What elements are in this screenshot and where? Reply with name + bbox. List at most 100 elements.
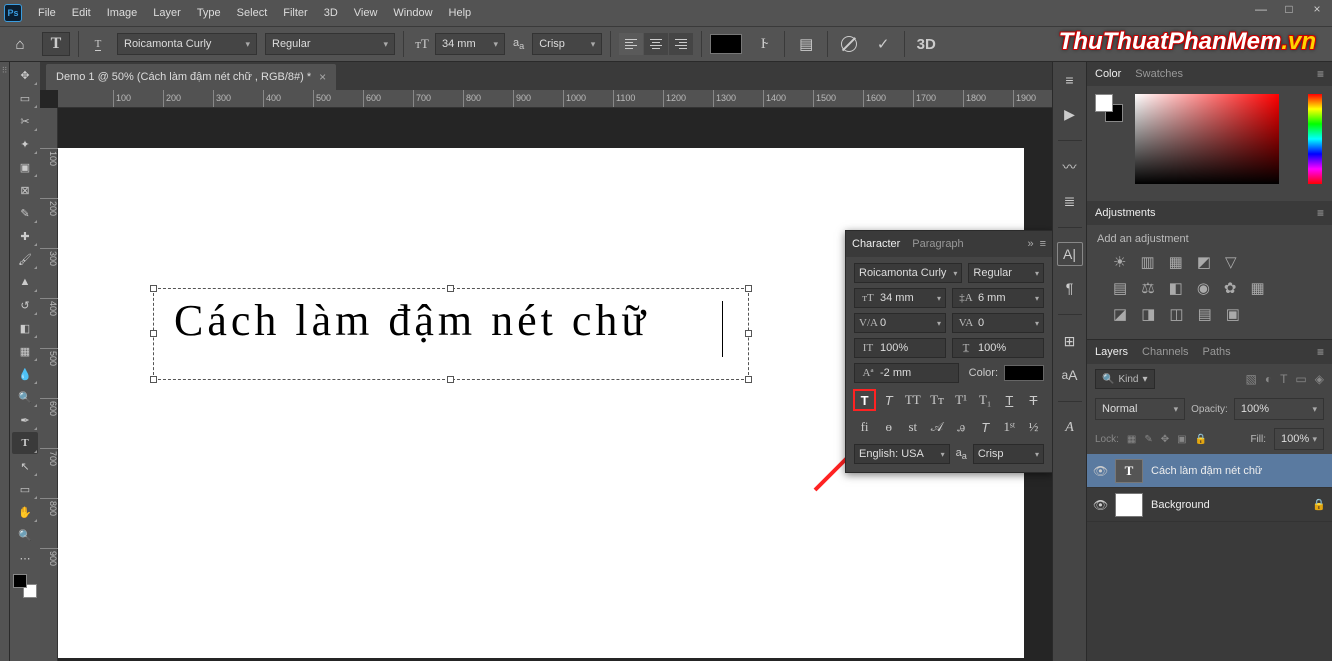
photo-filter-icon[interactable]: ◉ — [1197, 279, 1210, 297]
3d-button[interactable]: 3D — [913, 32, 939, 56]
char-vscale[interactable]: IT100% — [854, 338, 946, 358]
lasso-tool-icon[interactable]: ✂ — [12, 110, 38, 132]
eraser-tool-icon[interactable]: ◧ — [12, 317, 38, 339]
glyphs-dock-icon[interactable]: ⊞ — [1057, 329, 1083, 353]
warp-text-icon[interactable]: I̴ — [750, 32, 776, 56]
minimize-button[interactable]: — — [1252, 2, 1270, 16]
discretionary-button[interactable]: st — [902, 417, 923, 437]
filter-adjust-icon[interactable]: ◐ — [1265, 372, 1272, 386]
fractions-button[interactable]: ½ — [1023, 417, 1044, 437]
tab-swatches[interactable]: Swatches — [1135, 68, 1183, 80]
zoom-tool-icon[interactable]: 🔍 — [12, 524, 38, 546]
brightness-icon[interactable]: ☀ — [1113, 253, 1126, 271]
char-kerning[interactable]: V/A0▾ — [854, 313, 946, 333]
visibility-icon[interactable]: 👁 — [1093, 464, 1107, 478]
filter-type-icon[interactable]: T — [1280, 372, 1287, 386]
vibrance-icon[interactable]: ▽ — [1225, 253, 1237, 271]
type-tool-icon[interactable]: T — [12, 432, 38, 454]
posterize-icon[interactable]: ◨ — [1141, 305, 1155, 323]
levels-icon[interactable]: ▥ — [1140, 253, 1154, 271]
stylistic-alt-button[interactable]: ꭿ — [951, 417, 972, 437]
para-styles-icon[interactable]: A — [1057, 416, 1083, 440]
strikethrough-button[interactable]: T — [1023, 390, 1044, 410]
lock-artboard-icon[interactable]: ▣ — [1177, 434, 1186, 445]
dock-grip[interactable]: ⠿ — [0, 62, 10, 661]
layers-panel-menu-icon[interactable]: ≡ — [1317, 345, 1324, 359]
balance-icon[interactable]: ⚖ — [1141, 279, 1154, 297]
tab-paragraph[interactable]: Paragraph — [912, 238, 963, 250]
bw-icon[interactable]: ◧ — [1169, 279, 1183, 297]
selective-icon[interactable]: ▣ — [1226, 305, 1240, 323]
paragraph-dock-icon[interactable]: ¶ — [1057, 276, 1083, 300]
document-tab[interactable]: Demo 1 @ 50% (Cách làm đậm nét chữ , RGB… — [46, 64, 336, 90]
layer-row[interactable]: 👁 Background 🔒 — [1087, 488, 1332, 522]
titling-alt-button[interactable]: T — [975, 417, 996, 437]
handle-mid-left[interactable] — [150, 330, 157, 337]
filter-smart-icon[interactable]: ◈ — [1315, 372, 1324, 386]
canvas-text[interactable]: Cách làm đậm nét chữ — [154, 289, 748, 352]
ordinals-button[interactable]: 1ˢᵗ — [999, 417, 1020, 437]
lock-pixels-icon[interactable]: ▦ — [1127, 434, 1136, 445]
font-size-dropdown[interactable]: 34 mm▾ — [435, 33, 505, 55]
fill-field[interactable]: 100%▾ — [1274, 428, 1324, 450]
hue-bar[interactable] — [1308, 94, 1322, 184]
tab-channels[interactable]: Channels — [1142, 346, 1188, 358]
handle-top-left[interactable] — [150, 285, 157, 292]
threshold-icon[interactable]: ◫ — [1169, 305, 1183, 323]
menu-3d[interactable]: 3D — [316, 3, 346, 23]
align-center-button[interactable] — [644, 33, 668, 55]
menu-image[interactable]: Image — [99, 3, 146, 23]
char-font-family[interactable]: Roicamonta Curly▾ — [854, 263, 962, 283]
lookup-icon[interactable]: ▦ — [1251, 279, 1265, 297]
character-dock-icon[interactable]: A| — [1057, 242, 1083, 266]
heal-tool-icon[interactable]: ✚ — [12, 225, 38, 247]
menu-type[interactable]: Type — [189, 3, 229, 23]
text-color-swatch[interactable] — [710, 34, 742, 54]
layer-row[interactable]: 👁 T Cách làm đậm nét chữ — [1087, 454, 1332, 488]
text-orientation-icon[interactable]: T — [87, 33, 109, 55]
tool-preset[interactable]: T — [42, 32, 70, 56]
handle-top-right[interactable] — [745, 285, 752, 292]
panel-toggle-icon[interactable]: ▤ — [793, 32, 819, 56]
tab-paths[interactable]: Paths — [1203, 346, 1231, 358]
char-font-style[interactable]: Regular▾ — [968, 263, 1044, 283]
curves-icon[interactable]: ▦ — [1169, 253, 1183, 271]
layer-name[interactable]: Cách làm đậm nét chữ — [1151, 465, 1262, 477]
menu-edit[interactable]: Edit — [64, 3, 99, 23]
opacity-field[interactable]: 100%▾ — [1234, 398, 1324, 420]
handle-bot-mid[interactable] — [447, 376, 454, 383]
handle-bot-right[interactable] — [745, 376, 752, 383]
char-styles-icon[interactable]: aA — [1057, 363, 1083, 387]
character-panel[interactable]: Character Paragraph » ≡ Roicamonta Curly… — [845, 230, 1052, 473]
hand-tool-icon[interactable]: ✋ — [12, 501, 38, 523]
adj-panel-menu-icon[interactable]: ≡ — [1317, 206, 1324, 220]
char-hscale[interactable]: T̲100% — [952, 338, 1044, 358]
menu-filter[interactable]: Filter — [275, 3, 315, 23]
fgbg-mini[interactable] — [1095, 94, 1123, 122]
layer-filter-kind[interactable]: 🔍 Kind ▾ — [1095, 369, 1155, 389]
commit-icon[interactable]: ✓ — [870, 32, 896, 56]
pen-tool-icon[interactable]: ✒ — [12, 409, 38, 431]
char-size[interactable]: ᴛT34 mm▾ — [854, 288, 946, 308]
path-select-icon[interactable]: ↖ — [12, 455, 38, 477]
home-icon[interactable]: ⌂ — [6, 32, 34, 56]
close-button[interactable]: × — [1308, 2, 1326, 16]
brushes-panel-icon[interactable]: 〰 — [1057, 155, 1083, 179]
tab-layers[interactable]: Layers — [1095, 346, 1128, 358]
color-gradient[interactable] — [1135, 94, 1279, 184]
visibility-icon[interactable]: 👁 — [1093, 498, 1107, 512]
allcaps-button[interactable]: TT — [902, 390, 923, 410]
gradient-map-icon[interactable]: ▤ — [1198, 305, 1212, 323]
char-baseline[interactable]: Aª-2 mm — [854, 363, 959, 383]
font-family-dropdown[interactable]: Roicamonta Curly▾ — [117, 33, 257, 55]
actions-panel-icon[interactable]: ▶ — [1057, 102, 1083, 126]
frame-tool-icon[interactable]: ⊠ — [12, 179, 38, 201]
filter-shape-icon[interactable]: ▭ — [1295, 372, 1306, 386]
tab-character[interactable]: Character — [852, 238, 900, 250]
eyedropper-tool-icon[interactable]: ✎ — [12, 202, 38, 224]
layer-name[interactable]: Background — [1151, 499, 1210, 511]
edit-toolbar-icon[interactable]: ⋯ — [12, 547, 38, 569]
hue-icon[interactable]: ▤ — [1113, 279, 1127, 297]
faux-italic-button[interactable]: T — [878, 390, 899, 410]
lock-paint-icon[interactable]: ✎ — [1144, 434, 1152, 445]
